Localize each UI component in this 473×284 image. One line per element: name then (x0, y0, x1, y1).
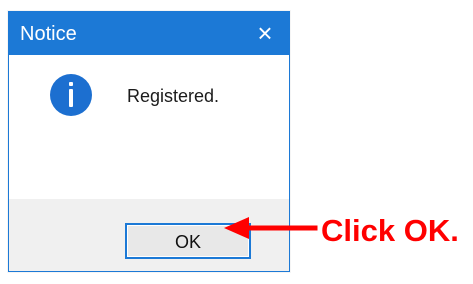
dialog-titlebar: Notice × (9, 12, 289, 55)
left-arrow-icon (224, 217, 318, 239)
close-icon[interactable]: × (241, 12, 289, 55)
info-icon (50, 74, 92, 116)
dialog-content (9, 55, 289, 199)
screenshot-canvas: Notice × Registered. OK Click OK. (0, 0, 473, 284)
dialog-title: Notice (20, 23, 77, 45)
dialog-message: Registered. (127, 86, 220, 106)
click-ok-annotation: Click OK. (321, 213, 459, 248)
